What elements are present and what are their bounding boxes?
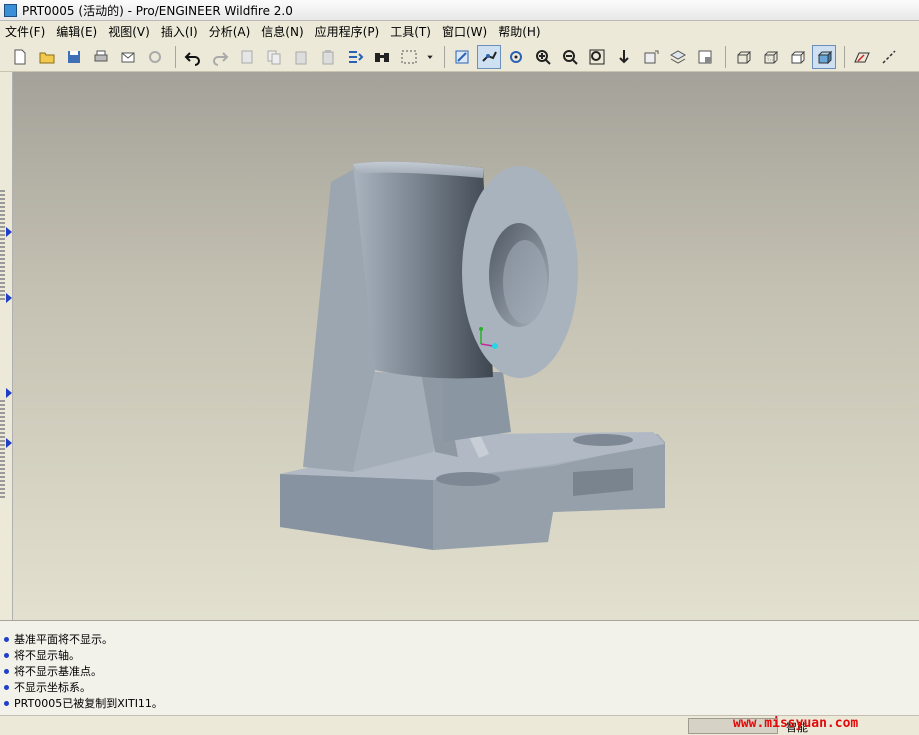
paste-icon[interactable]	[289, 45, 313, 69]
bullet-icon	[4, 652, 9, 658]
message-area: 基准平面将不显示。 将不显示轴。 将不显示基准点。 不显示坐标系。 PRT000…	[0, 620, 919, 715]
app-icon	[4, 3, 17, 17]
datum-display-icon[interactable]	[450, 45, 474, 69]
bracket-model[interactable]	[13, 72, 919, 620]
message-text: 基准平面将不显示。	[14, 633, 113, 646]
select-box-icon[interactable]	[397, 45, 421, 69]
bullet-icon	[4, 700, 9, 706]
message-line: 不显示坐标系。	[0, 679, 919, 695]
strip-grip[interactable]	[0, 400, 5, 500]
expand-arrow-icon[interactable]	[6, 388, 12, 398]
menu-window[interactable]: 窗口(W)	[437, 23, 493, 40]
toolbar-separator	[844, 45, 845, 68]
menu-info[interactable]: 信息(N)	[256, 23, 309, 40]
menu-tools[interactable]: 工具(T)	[385, 23, 437, 40]
refit-icon[interactable]	[585, 45, 609, 69]
bullet-icon	[4, 668, 9, 674]
status-bar: 智能 www.missyuan.com	[0, 715, 919, 735]
datum-axis-tool-icon[interactable]	[877, 45, 901, 69]
save-icon[interactable]	[62, 45, 86, 69]
view-manager-icon[interactable]	[693, 45, 717, 69]
redo-icon[interactable]	[208, 45, 232, 69]
paste-special-icon[interactable]	[316, 45, 340, 69]
message-text: PRT0005已被复制到XITI11。	[14, 697, 163, 710]
bullet-icon	[4, 636, 9, 642]
message-line: 将不显示基准点。	[0, 663, 919, 679]
menu-analysis[interactable]: 分析(A)	[204, 23, 257, 40]
undo-icon[interactable]	[181, 45, 205, 69]
expand-arrow-icon[interactable]	[6, 438, 12, 448]
message-text: 将不显示轴。	[14, 649, 80, 662]
copy-icon[interactable]	[262, 45, 286, 69]
new-icon[interactable]	[8, 45, 32, 69]
hidden-line-icon[interactable]	[758, 45, 782, 69]
menu-help[interactable]: 帮助(H)	[493, 23, 546, 40]
menu-bar: 文件(F) 编辑(E) 视图(V) 插入(I) 分析(A) 信息(N) 应用程序…	[0, 21, 919, 42]
strip-grip[interactable]	[0, 190, 5, 300]
graphics-viewport[interactable]	[13, 72, 919, 620]
open-icon[interactable]	[35, 45, 59, 69]
no-hidden-icon[interactable]	[785, 45, 809, 69]
expand-arrow-icon[interactable]	[6, 293, 12, 303]
datum-plane-icon[interactable]	[850, 45, 874, 69]
datum-axis-icon[interactable]	[477, 44, 501, 69]
message-text: 不显示坐标系。	[14, 681, 91, 694]
regenerate-icon[interactable]	[343, 45, 367, 69]
toolbar-separator	[725, 45, 726, 68]
toolbar-separator	[444, 45, 445, 68]
menu-file[interactable]: 文件(F)	[0, 23, 51, 40]
model-tree-collapsed-strip[interactable]	[0, 72, 13, 620]
watermark-text: www.missyuan.com	[733, 716, 859, 731]
expand-arrow-icon[interactable]	[6, 227, 12, 237]
orient-icon[interactable]	[612, 45, 636, 69]
send-link-icon[interactable]	[143, 45, 167, 69]
toolbar	[0, 42, 919, 72]
wireframe-icon[interactable]	[731, 45, 755, 69]
menu-applications[interactable]: 应用程序(P)	[310, 23, 386, 40]
message-line: PRT0005已被复制到XITI11。	[0, 695, 919, 711]
send-mail-icon[interactable]	[116, 45, 140, 69]
shading-icon[interactable]	[812, 44, 836, 69]
bullet-icon	[4, 684, 9, 690]
saved-views-icon[interactable]	[639, 45, 663, 69]
message-text: 将不显示基准点。	[14, 665, 102, 678]
spin-center-icon[interactable]	[504, 45, 528, 69]
toolbar-separator	[175, 45, 176, 68]
print-icon[interactable]	[89, 45, 113, 69]
menu-insert[interactable]: 插入(I)	[156, 23, 204, 40]
find-icon[interactable]	[370, 45, 394, 69]
message-line: 将不显示轴。	[0, 647, 919, 663]
zoom-in-icon[interactable]	[531, 45, 555, 69]
cut-icon[interactable]	[235, 45, 259, 69]
dropdown-icon[interactable]	[424, 45, 436, 69]
menu-view[interactable]: 视图(V)	[103, 23, 156, 40]
layers-icon[interactable]	[666, 45, 690, 69]
window-title: PRT0005 (活动的) - Pro/ENGINEER Wildfire 2.…	[22, 3, 293, 18]
title-bar: PRT0005 (活动的) - Pro/ENGINEER Wildfire 2.…	[0, 0, 919, 21]
menu-edit[interactable]: 编辑(E)	[51, 23, 103, 40]
zoom-out-icon[interactable]	[558, 45, 582, 69]
message-line: 基准平面将不显示。	[0, 631, 919, 647]
